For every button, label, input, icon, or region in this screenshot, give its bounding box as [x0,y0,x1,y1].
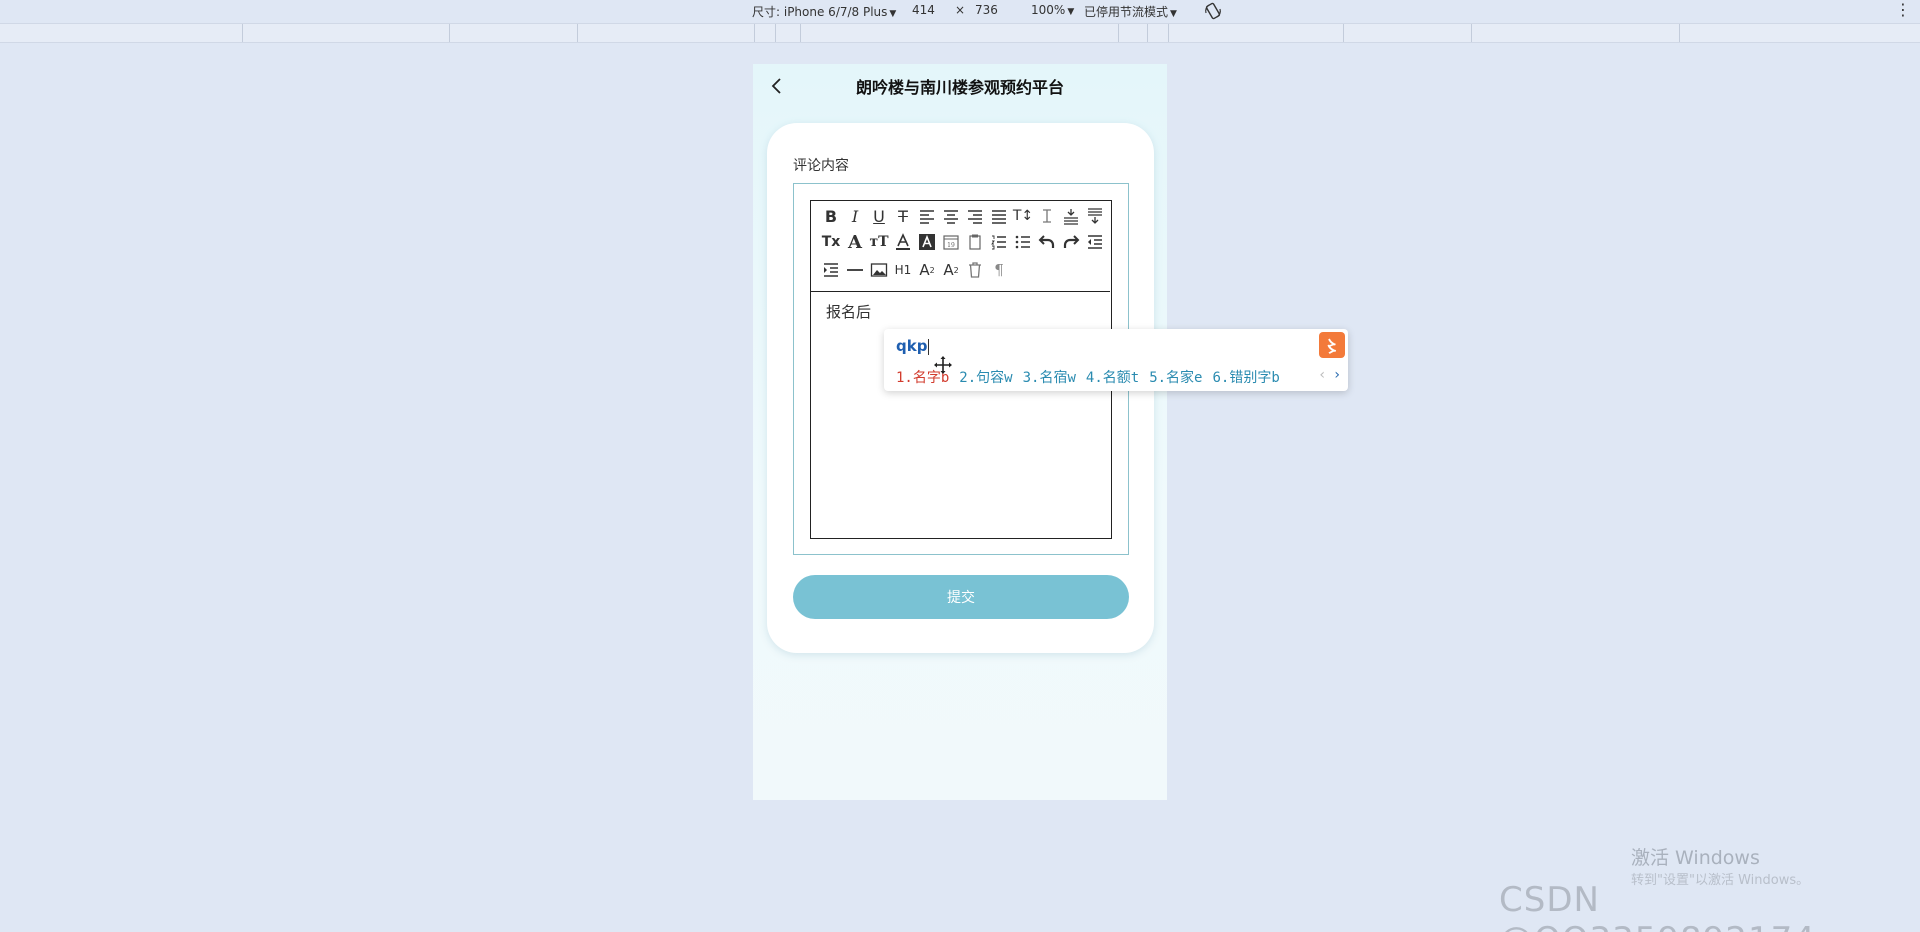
phone-viewport: 朗吟楼与南川楼参观预约平台 评论内容 B I U T T↕ Tx A ᴛT 19… [753,64,1167,800]
editor-toolbar: B I U T T↕ Tx A ᴛT 19 H1 A 2 A 2 ¶ [811,201,1110,292]
throttle-caret-icon: ▼ [1170,9,1177,19]
horizontal-rule-icon[interactable] [843,259,867,281]
ordered-list-icon[interactable] [987,231,1011,253]
csdn-watermark: CSDN @QQ3359892174 [1499,880,1815,932]
toolbar-row-1: B I U T T↕ [819,205,1107,227]
indent-icon[interactable] [819,259,843,281]
editor-content[interactable]: 报名后 [826,301,871,322]
date-icon[interactable]: 19 [939,231,963,253]
svg-text:19: 19 [947,242,955,249]
superscript-icon[interactable]: A2 [939,259,963,281]
height-input[interactable]: 736 [975,3,998,17]
unordered-list-icon[interactable] [1011,231,1035,253]
throttle-label: 已停用节流模式 [1084,5,1169,19]
outdent-icon[interactable] [1083,231,1107,253]
bold-icon[interactable]: B [819,205,843,227]
ime-candidate[interactable]: 6.错别字b [1212,367,1279,387]
line-height-icon[interactable] [1035,205,1059,227]
ime-candidate-window: qkp 〻 1.名字b 2.句容w 3.名宿w 4.名额t 5.名家e 6.错别… [884,329,1348,391]
ime-input: qkp [896,337,930,355]
device-caret-icon: ▼ [889,9,897,19]
more-menu-icon[interactable]: ⋮ [1895,0,1911,19]
background-color-icon[interactable] [915,231,939,253]
align-right-icon[interactable] [963,205,987,227]
font-family-icon[interactable]: A [843,231,867,253]
text-cursor [928,338,930,355]
zoom-select[interactable]: 100% ▼ [1031,3,1074,17]
rotate-icon[interactable] [1203,1,1223,21]
submit-button[interactable]: 提交 [793,575,1129,619]
ime-candidate[interactable]: 5.名家e [1149,367,1202,387]
ime-logo-icon[interactable]: 〻 [1319,332,1345,358]
width-input[interactable]: 414 [912,3,935,17]
toolbar-row-3: H1 A2 A2 ¶ [819,259,1011,281]
page-title: 朗吟楼与南川楼参观预约平台 [855,78,1064,97]
image-icon[interactable] [867,259,891,281]
zoom-caret-icon: ▼ [1067,7,1075,17]
media-query-ruler [0,23,1920,43]
align-justify-icon[interactable] [987,205,1011,227]
comment-label: 评论内容 [793,158,849,174]
move-cursor-icon [934,356,952,374]
strikethrough-icon[interactable]: T [891,205,915,227]
font-color-icon[interactable] [891,231,915,253]
ime-input-text: qkp [896,337,928,355]
zoom-label: 100% [1031,3,1066,17]
space-before-icon[interactable] [1059,205,1083,227]
align-left-icon[interactable] [915,205,939,227]
ime-candidates: 1.名字b 2.句容w 3.名宿w 4.名额t 5.名家e 6.错别字b [896,367,1280,387]
ime-prev-page-icon[interactable]: ‹ [1319,367,1325,383]
italic-icon[interactable]: I [843,205,867,227]
windows-activation-title: 激活 Windows [1631,847,1760,869]
ime-candidate[interactable]: 2.句容w [959,367,1012,387]
throttle-select[interactable]: 已停用节流模式 ▼ [1084,3,1177,20]
paste-icon[interactable] [963,231,987,253]
ime-candidate[interactable]: 3.名宿w [1023,367,1076,387]
paragraph-icon[interactable]: ¶ [987,259,1011,281]
heading-icon[interactable]: H1 [891,259,915,281]
font-size-icon[interactable]: ᴛT [867,231,891,253]
text-size-icon[interactable]: T↕ [1011,205,1035,227]
dimension-separator: × [955,3,966,17]
device-select[interactable]: 尺寸: iPhone 6/7/8 Plus ▼ [752,3,896,20]
delete-icon[interactable] [963,259,987,281]
align-center-icon[interactable] [939,205,963,227]
underline-icon[interactable]: U [867,205,891,227]
toolbar-row-2: Tx A ᴛT 19 [819,231,1107,253]
undo-icon[interactable] [1035,231,1059,253]
devtools-device-toolbar: 尺寸: iPhone 6/7/8 Plus ▼ 414 × 736 100% ▼ 已… [0,0,1920,23]
subscript-icon[interactable]: A2 [915,259,939,281]
device-label: 尺寸: iPhone 6/7/8 Plus [752,5,888,19]
ime-candidate[interactable]: 4.名额t [1086,367,1139,387]
clear-format-icon[interactable]: Tx [819,231,843,253]
ime-next-page-icon[interactable]: › [1334,367,1340,383]
redo-icon[interactable] [1059,231,1083,253]
space-after-icon[interactable] [1083,205,1107,227]
